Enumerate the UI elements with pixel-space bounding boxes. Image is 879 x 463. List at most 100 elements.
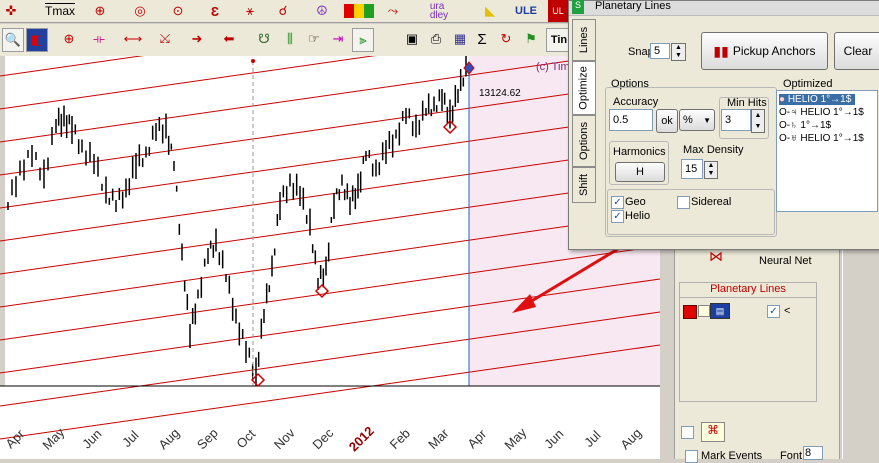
refresh-icon[interactable]: ↻ <box>496 28 516 50</box>
optimized-item[interactable]: O-♄ 1°→1$ <box>779 120 831 131</box>
compress-icon[interactable]: ⤩ <box>152 28 178 50</box>
accuracy-field[interactable]: 0.5 <box>609 109 653 131</box>
print-icon[interactable]: ⎙ <box>426 28 446 50</box>
accuracy-unit-select[interactable]: % ▼ <box>679 109 715 131</box>
scroll-left-icon[interactable]: ⬅ <box>218 28 240 50</box>
font-label: Font <box>780 450 803 462</box>
optimized-item[interactable]: O-♃ HELIO 1°→1$ <box>779 107 864 118</box>
optimized-item[interactable]: O-♅ HELIO 1°→1$ <box>779 133 864 144</box>
neural-checkbox[interactable] <box>681 426 694 439</box>
uradley-label: ura dley <box>429 1 449 21</box>
neural-net-label[interactable]: Neural Net <box>759 255 812 267</box>
pivot-marker-oct <box>250 372 266 388</box>
accuracy-ok-button[interactable]: ok <box>656 109 678 133</box>
fan-icon[interactable]: ⚹ <box>238 0 262 22</box>
fit-icon[interactable]: ◧ <box>26 28 48 52</box>
tab-options[interactable]: Options <box>572 115 596 167</box>
triangle-icon[interactable]: ◣ <box>478 0 502 22</box>
max-density-spinner[interactable]: ▲ ▼ <box>704 161 718 179</box>
line-color-swatch[interactable] <box>683 305 697 319</box>
tab-shift-label: Shift <box>578 173 591 197</box>
candles-icon: ▮▮ <box>713 42 729 59</box>
save-icon[interactable]: ▣ <box>402 28 422 50</box>
app-icon: S <box>572 0 584 14</box>
month-label: Apr <box>464 426 489 451</box>
tab-options-label: Options <box>578 122 591 160</box>
month-label: Oct <box>233 426 258 451</box>
harmonics-button-label: H <box>636 166 644 178</box>
flag-icon[interactable]: ⚑ <box>520 28 542 50</box>
tab-shift[interactable]: Shift <box>572 167 596 203</box>
network-icon[interactable]: ⌘ <box>701 422 725 442</box>
min-hits-label: Min Hits <box>727 97 767 109</box>
mark-events-checkbox[interactable] <box>685 450 698 463</box>
price-chart[interactable]: (c) Tim 13124.62 Apr May Jun Jul Aug Sep Oct No… <box>0 0 773 459</box>
month-label: May <box>39 424 67 452</box>
record-icon[interactable]: UL <box>548 0 568 22</box>
zoom-in-icon[interactable]: ⊕ <box>58 28 80 50</box>
hand-icon[interactable]: ☞ <box>304 28 324 50</box>
tab-lines[interactable]: Lines <box>572 19 596 61</box>
chart-canvas[interactable]: (c) Tim 13124.62 Apr May Jun Jul Aug Sep Oct No… <box>0 0 773 459</box>
ule-label: ULE <box>515 5 537 17</box>
zigzag-icon[interactable]: ⤳ <box>380 0 406 22</box>
month-label: Sep <box>194 425 221 452</box>
bars-icon[interactable]: ⫼ <box>280 28 300 50</box>
harmonics-button[interactable]: H <box>615 162 665 182</box>
uradley-button[interactable]: ura dley <box>414 0 464 22</box>
tmax-button[interactable]: Tmax <box>40 0 80 22</box>
optimized-item-selected[interactable]: ● HELIO 1°→1$ <box>779 94 856 105</box>
color-bar-icon[interactable] <box>344 0 374 22</box>
font-size-field[interactable]: 8 <box>803 446 823 460</box>
dialog-titlebar[interactable]: S Planetary Lines <box>569 0 879 16</box>
zoom-icon[interactable]: 🔍 <box>2 28 24 52</box>
tab-lines-label: Lines <box>578 26 591 54</box>
snap-spinner[interactable]: ▲ ▼ <box>671 43 686 61</box>
indicator-icon[interactable]: ⫸ <box>352 28 374 52</box>
bullet-icon: ● <box>779 94 786 105</box>
clear-button[interactable]: Clear <box>834 32 879 70</box>
max-density-label: Max Density <box>683 144 744 156</box>
x-axis-labels: Apr May Jun Jul Aug Sep Oct Nov Dec 2012 Feb Mar Apr… <box>2 423 644 454</box>
ule-button[interactable]: ULE <box>512 0 540 22</box>
optimized-item-label: O-♃ HELIO 1°→1$ <box>779 107 864 118</box>
pickup-anchors-button[interactable]: ▮▮ Pickup Anchors <box>701 32 828 70</box>
helio-checkbox[interactable]: ✓ <box>611 210 624 223</box>
wheel-icon[interactable]: ☮ <box>310 0 334 22</box>
clock-icon[interactable]: ⊕ <box>90 0 110 22</box>
visible-checkbox[interactable]: ✓ <box>767 305 780 318</box>
sum-button[interactable]: Σ <box>474 28 490 50</box>
geo-label: Geo <box>625 196 646 208</box>
min-hits-spinner[interactable]: ▲ ▼ <box>751 109 765 133</box>
month-label: Jul <box>581 428 603 450</box>
chart-icon[interactable]: ✜ <box>2 0 20 22</box>
target-icon[interactable]: ⊙ <box>168 0 188 22</box>
snap-field[interactable]: 5 <box>650 43 670 59</box>
price-bars <box>7 55 467 387</box>
dialog-title: Planetary Lines <box>595 0 671 12</box>
copyright-text: (c) Tim <box>536 61 570 73</box>
min-hits-field[interactable]: 3 <box>721 109 751 131</box>
tab-optimize[interactable]: Optimize <box>572 61 596 115</box>
line-style-swatch[interactable] <box>698 305 710 317</box>
sidereal-checkbox[interactable] <box>677 196 690 209</box>
scroll-right-icon[interactable]: ➜ <box>186 28 208 50</box>
anchor-dot <box>251 59 255 63</box>
properties-icon[interactable]: ▤ <box>710 303 730 319</box>
clear-label: Clear <box>843 44 873 58</box>
max-density-field[interactable]: 15 <box>681 159 703 179</box>
cycle-icon[interactable]: ◎ <box>130 0 150 22</box>
planetary-lines-item[interactable]: Planetary Lines ▤ ✓ < <box>679 282 817 402</box>
epsilon-icon[interactable]: Ɛ <box>205 0 225 22</box>
expand-horizontal-icon[interactable]: ⟛ <box>86 28 112 50</box>
tmax-label: Tmax <box>45 4 75 18</box>
chart-toolbar: 🔍 ◧ ⊕ ⟛ ⟷ ⤩ ➜ ⬅ ☋ ⫼ ☞ ⇥ ⫸ ▣ ⎙ ▦ Σ ↻ ⚑ Ti… <box>0 24 572 57</box>
geo-checkbox[interactable]: ✓ <box>611 196 624 209</box>
graph-icon[interactable]: ▦ <box>450 28 470 50</box>
optimized-list[interactable]: ● HELIO 1°→1$ O-♃ HELIO 1°→1$ O-♄ 1°→1$ … <box>776 90 878 212</box>
spiral-icon[interactable]: ☌ <box>272 0 294 22</box>
marker-icon[interactable]: ⇥ <box>328 28 348 50</box>
link-icon[interactable]: ☋ <box>254 28 274 50</box>
optimized-label: Optimized <box>783 78 833 90</box>
scroll-both-icon[interactable]: ⟷ <box>120 28 146 50</box>
